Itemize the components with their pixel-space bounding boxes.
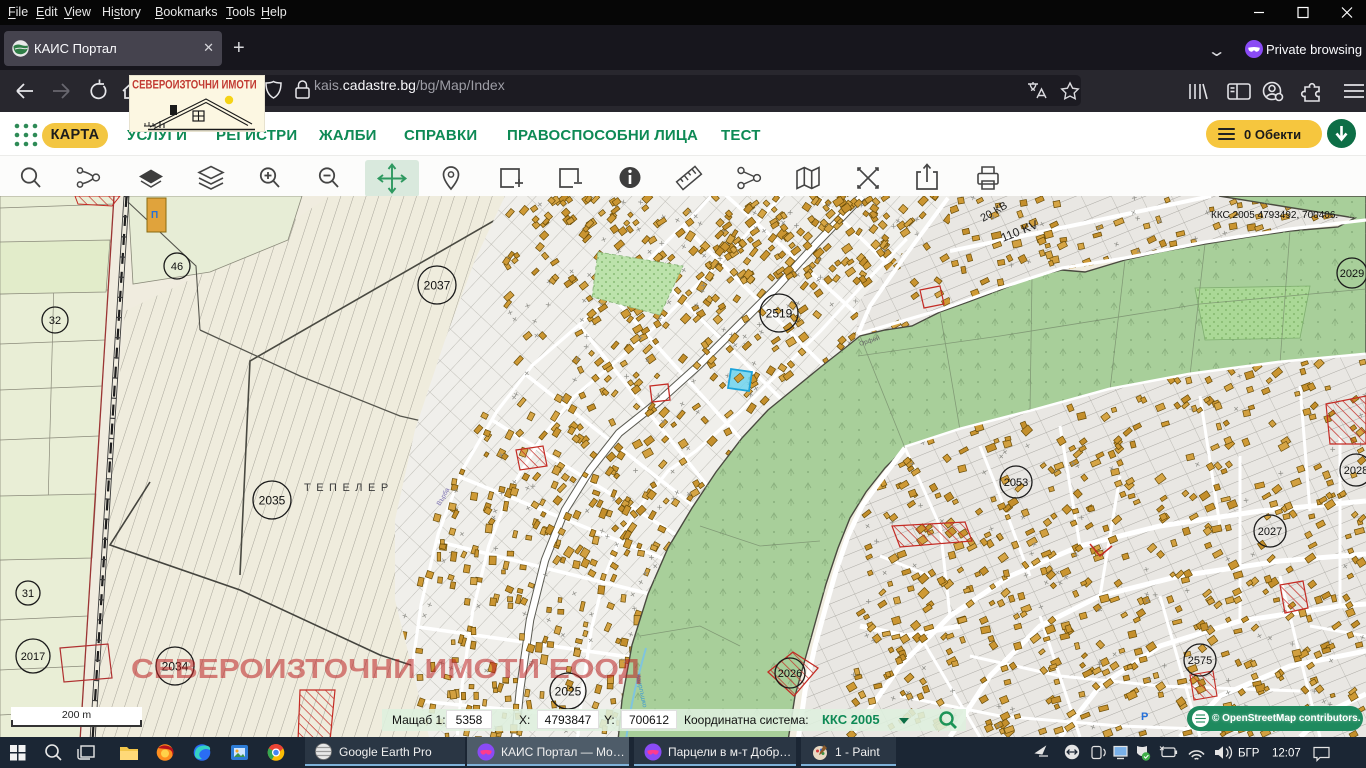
svg-text:2029: 2029 [1340,268,1364,280]
svg-text:2575: 2575 [1188,655,1212,667]
svg-text:ТЕПЕЛЕР: ТЕПЕЛЕР [304,482,394,494]
svg-text:2025: 2025 [555,684,582,698]
svg-text:46: 46 [171,261,183,273]
svg-text:2017: 2017 [21,651,45,663]
svg-text:СЕВЕРОИЗТОЧНИ ИМОТИ ЕООД: СЕВЕРОИЗТОЧНИ ИМОТИ ЕООД [131,653,641,684]
svg-text:2035: 2035 [259,493,286,507]
svg-text:ККС 2005 4793492, 700406.: ККС 2005 4793492, 700406. [1211,210,1338,221]
svg-text:2027: 2027 [1258,526,1282,538]
svg-text:2028: 2028 [1344,465,1366,477]
svg-text:П: П [151,210,158,221]
svg-text:2026: 2026 [778,668,802,680]
svg-text:2519: 2519 [766,306,793,320]
svg-text:БГР: БГР [1238,748,1260,760]
svg-text:P: P [1141,711,1148,723]
svg-text:2037: 2037 [424,278,451,292]
svg-text:31: 31 [22,588,34,600]
svg-text:32: 32 [49,315,61,327]
svg-text:12:07: 12:07 [1272,748,1301,760]
svg-text:2053: 2053 [1004,477,1028,489]
